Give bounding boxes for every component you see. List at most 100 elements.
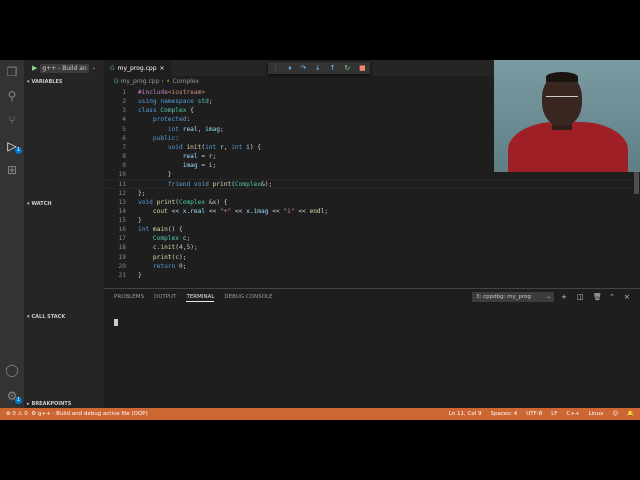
- status-bar: ⊗ 0 ⚠ 0 ⚙ g++ - Build and debug active f…: [0, 408, 640, 420]
- line-number: 6: [122, 134, 126, 142]
- step-into-icon[interactable]: ↓: [315, 64, 321, 72]
- variables-section[interactable]: ▾ VARIABLES: [24, 76, 104, 88]
- line-number: 12: [118, 189, 126, 197]
- line-number: 13: [118, 198, 126, 206]
- chevron-right-icon: ›: [161, 78, 164, 85]
- source-control-icon[interactable]: ⑂: [4, 112, 20, 128]
- tab-my-prog[interactable]: G my_prog.cpp ×: [104, 60, 171, 76]
- code-text: }: [138, 171, 172, 179]
- feedback-icon[interactable]: ☺: [612, 408, 618, 420]
- code-text: Complex c;: [152, 235, 191, 243]
- call-stack-section[interactable]: ▾ CALL STACK: [24, 311, 104, 323]
- encoding[interactable]: UTF-8: [526, 408, 542, 420]
- code-text: print(c);: [152, 253, 187, 261]
- debug-toolbar: ▶ g++ - Build an ⌄: [24, 60, 104, 76]
- debug-sidebar: ▶ g++ - Build an ⌄ ▾ VARIABLES ▾ WATCH ▾ CA…: [24, 60, 104, 408]
- terminal-cursor: [114, 319, 118, 326]
- code-line[interactable]: 14 cout << x.real << "+" << x.imag << "i…: [104, 207, 640, 216]
- code-line[interactable]: 16 int main() {: [104, 225, 640, 234]
- restart-icon[interactable]: ↻: [344, 64, 350, 72]
- run-debug-icon[interactable]: ▷ 1: [4, 138, 22, 154]
- code-text: return 0;: [152, 262, 187, 270]
- close-icon[interactable]: ×: [160, 65, 165, 72]
- code-line[interactable]: 20 return 0;: [104, 262, 640, 271]
- code-text: real = r;: [182, 152, 217, 160]
- bell-icon[interactable]: 🔔: [627, 408, 634, 420]
- add-terminal-icon[interactable]: +: [561, 292, 567, 302]
- code-text: int real, imag;: [167, 125, 224, 133]
- debug-controls: ⋮ ⏸ ↷ ↓ ↑ ↻ ■: [268, 62, 370, 74]
- chevron-down-icon: ▾: [27, 79, 30, 85]
- class-icon: ⚬: [165, 78, 171, 85]
- webcam-overlay: [494, 60, 640, 172]
- tab-output[interactable]: OUTPUT: [154, 294, 176, 302]
- close-panel-icon[interactable]: ×: [624, 292, 630, 302]
- watch-section[interactable]: ▾ WATCH: [24, 198, 104, 210]
- code-text: };: [138, 189, 146, 197]
- line-number: 7: [122, 143, 126, 151]
- line-number: 2: [122, 98, 126, 106]
- tab-debug-console[interactable]: DEBUG CONSOLE: [224, 294, 272, 302]
- line-number: 9: [122, 162, 126, 170]
- extensions-icon[interactable]: ⊞: [4, 162, 20, 178]
- chevron-down-icon[interactable]: ⌄: [92, 65, 96, 71]
- task-label[interactable]: g++ - Build and debug active file (OOP): [38, 411, 148, 417]
- terminal-select[interactable]: 3: cppdbg: my_prog ⌄: [472, 292, 554, 302]
- line-number: 16: [118, 226, 126, 234]
- line-number: 14: [118, 207, 126, 215]
- debug-config-select[interactable]: g++ - Build an: [40, 63, 89, 73]
- line-number: 18: [118, 244, 126, 252]
- line-number: 3: [122, 107, 126, 115]
- tab-problems[interactable]: PROBLEMS: [114, 294, 144, 302]
- code-text: void print(Complex &x) {: [138, 198, 228, 206]
- debug-run-icon: ⚙: [31, 411, 37, 417]
- step-out-icon[interactable]: ↑: [330, 64, 336, 72]
- code-line[interactable]: 19 print(c);: [104, 253, 640, 262]
- tab-terminal[interactable]: TERMINAL: [186, 294, 215, 302]
- error-icon[interactable]: ⊗: [6, 411, 11, 417]
- os-label[interactable]: Linux: [589, 408, 604, 420]
- cpp-file-icon: G: [114, 78, 119, 85]
- stop-icon[interactable]: ■: [359, 64, 366, 72]
- line-number: 4: [122, 116, 126, 124]
- debug-badge: 1: [15, 147, 22, 154]
- line-number: 19: [118, 253, 126, 261]
- cursor-position[interactable]: Ln 11, Col 9: [449, 408, 482, 420]
- step-over-icon[interactable]: ↷: [300, 64, 306, 72]
- code-line[interactable]: 12};: [104, 189, 640, 198]
- indentation[interactable]: Spaces: 4: [491, 408, 518, 420]
- split-terminal-icon[interactable]: ◫: [577, 292, 584, 302]
- line-number: 15: [118, 216, 126, 224]
- line-number: 20: [118, 262, 126, 270]
- warning-icon[interactable]: ⚠: [18, 411, 23, 417]
- code-text: c.init(4,5);: [152, 244, 198, 252]
- code-line[interactable]: 15}: [104, 216, 640, 225]
- chevron-down-icon: ▾: [27, 201, 30, 207]
- code-line[interactable]: 18 c.init(4,5);: [104, 243, 640, 252]
- chevron-up-icon[interactable]: ⌃: [609, 292, 615, 302]
- code-text: }: [138, 271, 142, 279]
- end-of-line[interactable]: LF: [551, 408, 557, 420]
- activity-bar: ❐ ⚲ ⑂ ▷ 1 ⊞ ◯ ⚙ 1: [0, 60, 24, 408]
- manage-gear-icon[interactable]: ⚙ 1: [4, 388, 22, 404]
- account-icon[interactable]: ◯: [4, 362, 20, 378]
- code-line[interactable]: 11 friend void print(Complex&);: [104, 179, 640, 189]
- pause-icon[interactable]: ⏸: [288, 64, 292, 73]
- line-number: 1: [122, 89, 126, 96]
- code-line[interactable]: 21}: [104, 271, 640, 280]
- trash-icon[interactable]: 🗑: [593, 292, 602, 302]
- drag-handle-icon[interactable]: ⋮: [272, 64, 279, 72]
- code-line[interactable]: 17 Complex c;: [104, 234, 640, 243]
- breadcrumb: G my_prog.cpp › ⚬ Complex: [114, 78, 199, 85]
- code-text: class Complex {: [138, 107, 194, 115]
- code-text: int main() {: [138, 226, 183, 234]
- code-line[interactable]: 13 void print(Complex &x) {: [104, 198, 640, 207]
- search-icon[interactable]: ⚲: [4, 88, 20, 104]
- code-text: #include<iostream>: [138, 89, 206, 96]
- start-debugging-icon[interactable]: ▶: [32, 64, 37, 72]
- language-mode[interactable]: C++: [567, 408, 580, 420]
- code-text: cout << x.real << "+" << x.imag << "i" <…: [152, 207, 329, 215]
- line-number: 5: [122, 125, 126, 133]
- bottom-panel: PROBLEMS OUTPUT TERMINAL DEBUG CONSOLE 3…: [104, 288, 640, 408]
- explorer-icon[interactable]: ❐: [4, 64, 20, 80]
